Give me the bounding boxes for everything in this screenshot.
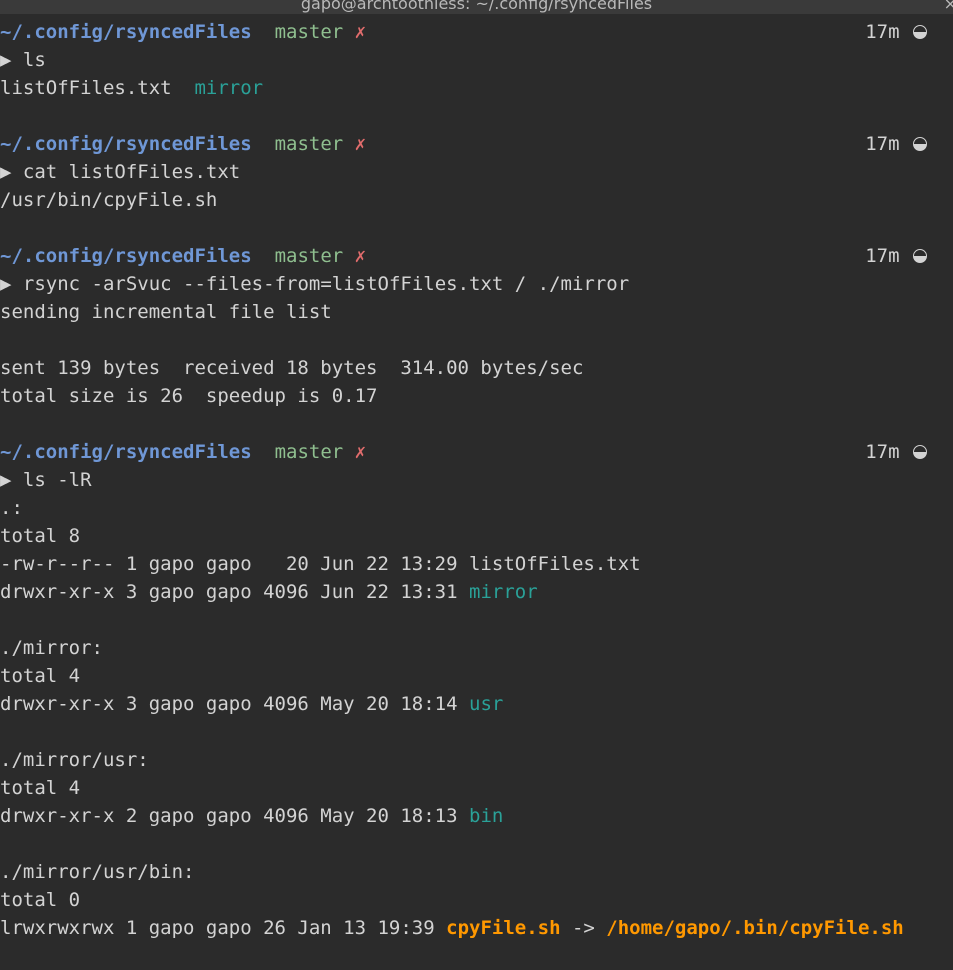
prompt-arrow-icon: ▶ <box>0 161 12 183</box>
elapsed-time: 17m <box>865 18 927 46</box>
command-text: cat listOfFiles.txt <box>22 161 241 183</box>
output-text: lrwxrwxrwx 1 gapo gapo 26 Jan 13 19:39 <box>0 917 447 939</box>
prompt-cwd: ~/.config/rsyncedFiles <box>0 133 252 155</box>
git-branch: master <box>274 21 344 43</box>
output-line: sent 139 bytes received 18 bytes 314.00 … <box>0 354 953 382</box>
elapsed-time: 17m <box>865 438 927 466</box>
directory-name: mirror <box>194 77 264 99</box>
output-line: drwxr-xr-x 2 gapo gapo 4096 May 20 18:13… <box>0 802 953 830</box>
prompt-line: ~/.config/rsyncedFiles master ✗ 17m <box>0 130 953 158</box>
directory-name: bin <box>469 805 504 827</box>
command-text: ls <box>22 49 46 71</box>
close-icon[interactable]: × <box>944 0 953 14</box>
elapsed-time: 17m <box>865 130 927 158</box>
output-text: listOfFiles.txt <box>0 77 195 99</box>
output-text: sent 139 bytes received 18 bytes 314.00 … <box>0 357 584 379</box>
output-line: total 0 <box>0 886 953 914</box>
output-text: sending incremental file list <box>0 301 332 323</box>
prompt-cwd: ~/.config/rsyncedFiles <box>0 21 252 43</box>
output-text: drwxr-xr-x 3 gapo gapo 4096 May 20 18:14 <box>0 693 469 715</box>
elapsed-label: 17m <box>865 245 900 267</box>
command-line[interactable]: ▶ rsync -arSvuc --files-from=listOfFiles… <box>0 270 953 298</box>
elapsed-label: 17m <box>865 21 900 43</box>
output-line: -rw-r--r-- 1 gapo gapo 20 Jun 22 13:29 l… <box>0 550 953 578</box>
clock-icon <box>913 25 927 39</box>
prompt-line: ~/.config/rsyncedFiles master ✗ 17m <box>0 18 953 46</box>
output-line: ./mirror: <box>0 634 953 662</box>
output-text: drwxr-xr-x 3 gapo gapo 4096 Jun 22 13:31 <box>0 581 469 603</box>
output-text: ./mirror/usr: <box>0 749 149 771</box>
prompt-line: ~/.config/rsyncedFiles master ✗ 17m <box>0 438 953 466</box>
prompt-cwd: ~/.config/rsyncedFiles <box>0 441 252 463</box>
prompt-cwd: ~/.config/rsyncedFiles <box>0 245 252 267</box>
clock-icon <box>913 249 927 263</box>
clock-icon <box>913 137 927 151</box>
output-line: total size is 26 speedup is 0.17 <box>0 382 953 410</box>
command-line[interactable]: ▶ ls <box>0 46 953 74</box>
output-line: sending incremental file list <box>0 298 953 326</box>
output-text: total 4 <box>0 665 81 687</box>
command-text: rsync -arSvuc --files-from=listOfFiles.t… <box>22 273 630 295</box>
output-line: /usr/bin/cpyFile.sh <box>0 186 953 214</box>
directory-name: mirror <box>469 581 538 603</box>
output-line: lrwxrwxrwx 1 gapo gapo 26 Jan 13 19:39 c… <box>0 914 953 942</box>
clock-icon <box>913 445 927 459</box>
prompt-arrow-icon: ▶ <box>0 49 12 71</box>
output-text: ./mirror: <box>0 637 103 659</box>
output-line: ./mirror/usr: <box>0 746 953 774</box>
output-text: total 0 <box>0 889 81 911</box>
output-text: total 4 <box>0 777 81 799</box>
elapsed-time: 17m <box>865 242 927 270</box>
git-branch: master <box>274 441 344 463</box>
symlink-text: /home/gapo/.bin/cpyFile.sh <box>606 917 904 939</box>
output-text: ./mirror/usr/bin: <box>0 861 195 883</box>
git-branch: master <box>274 245 344 267</box>
command-line[interactable]: ▶ ls -lR <box>0 466 953 494</box>
prompt-line: ~/.config/rsyncedFiles master ✗ 17m <box>0 242 953 270</box>
command-line[interactable]: ▶ cat listOfFiles.txt <box>0 158 953 186</box>
output-line: .: <box>0 494 953 522</box>
elapsed-label: 17m <box>865 133 900 155</box>
symlink-text: cpyFile.sh <box>446 917 561 939</box>
git-dirty-indicator: ✗ <box>354 441 367 463</box>
output-text: drwxr-xr-x 2 gapo gapo 4096 May 20 18:13 <box>0 805 469 827</box>
output-line: drwxr-xr-x 3 gapo gapo 4096 Jun 22 13:31… <box>0 578 953 606</box>
output-text: -> <box>560 917 607 939</box>
directory-name: usr <box>469 693 504 715</box>
git-branch: master <box>274 133 344 155</box>
output-text: total size is 26 speedup is 0.17 <box>0 385 378 407</box>
title-bar[interactable]: gapo@archtoothless: ~/.config/rsyncedFil… <box>0 0 953 14</box>
git-dirty-indicator: ✗ <box>354 245 367 267</box>
output-line: total 4 <box>0 662 953 690</box>
output-line: drwxr-xr-x 3 gapo gapo 4096 May 20 18:14… <box>0 690 953 718</box>
output-line: ./mirror/usr/bin: <box>0 858 953 886</box>
output-text: total 8 <box>0 525 81 547</box>
command-text: ls -lR <box>22 469 92 491</box>
git-dirty-indicator: ✗ <box>354 133 367 155</box>
output-text: .: <box>0 497 23 519</box>
window-title: gapo@archtoothless: ~/.config/rsyncedFil… <box>300 0 653 13</box>
elapsed-label: 17m <box>865 441 900 463</box>
output-line: total 8 <box>0 522 953 550</box>
output-text: -rw-r--r-- 1 gapo gapo 20 Jun 22 13:29 l… <box>0 553 641 575</box>
prompt-arrow-icon: ▶ <box>0 273 12 295</box>
output-line: total 4 <box>0 774 953 802</box>
git-dirty-indicator: ✗ <box>354 21 367 43</box>
terminal-output[interactable]: ~/.config/rsyncedFiles master ✗ 17m ▶ ls l… <box>0 18 953 942</box>
output-text: /usr/bin/cpyFile.sh <box>0 189 218 211</box>
prompt-arrow-icon: ▶ <box>0 469 12 491</box>
terminal-window: gapo@archtoothless: ~/.config/rsyncedFil… <box>0 0 953 970</box>
output-line: listOfFiles.txt mirror <box>0 74 953 102</box>
